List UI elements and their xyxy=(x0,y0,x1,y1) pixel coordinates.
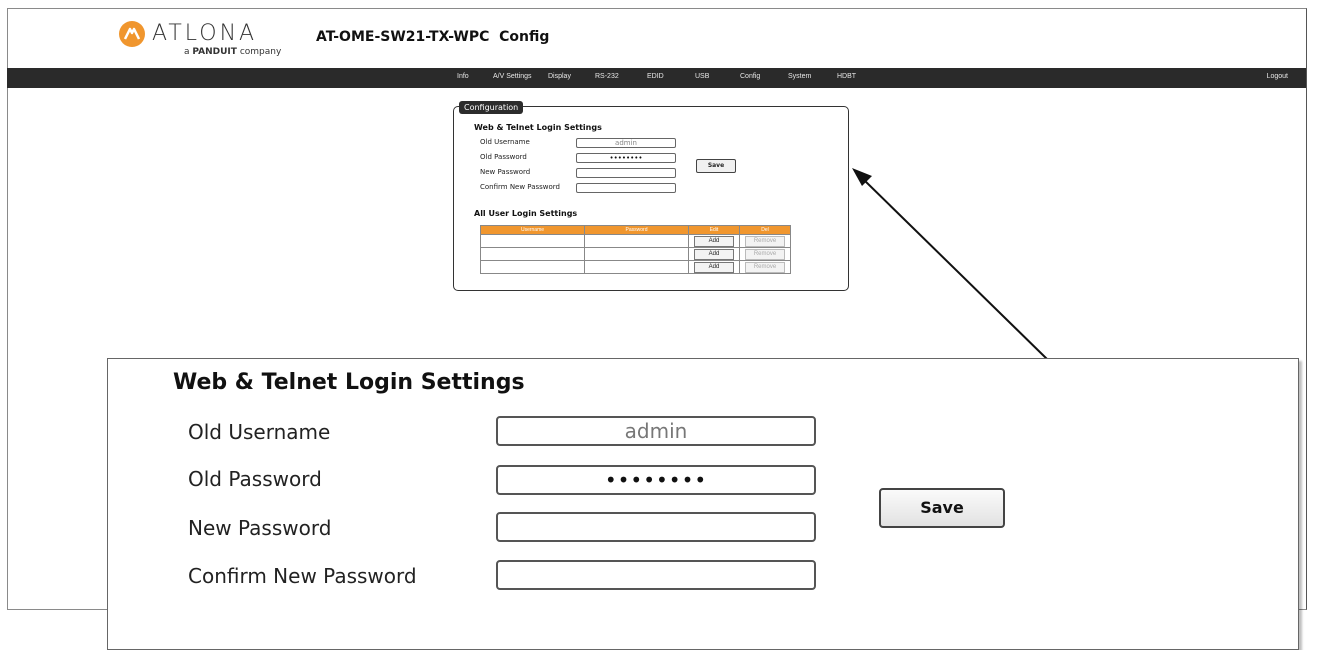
zoom-save-button[interactable]: Save xyxy=(879,488,1005,528)
zoom-old-password-label: Old Password xyxy=(188,467,322,491)
zoom-confirm-password-label: Confirm New Password xyxy=(188,564,417,588)
zoom-callout-panel xyxy=(107,358,1299,650)
zoom-new-password-label: New Password xyxy=(188,516,332,540)
zoom-web-telnet-heading: Web & Telnet Login Settings xyxy=(173,370,525,395)
zoom-old-password-field[interactable]: •••••••• xyxy=(496,465,816,495)
zoom-old-username-field[interactable]: admin xyxy=(496,416,816,446)
zoom-confirm-password-field[interactable] xyxy=(496,560,816,590)
zoom-new-password-field[interactable] xyxy=(496,512,816,542)
zoom-old-username-label: Old Username xyxy=(188,420,331,444)
